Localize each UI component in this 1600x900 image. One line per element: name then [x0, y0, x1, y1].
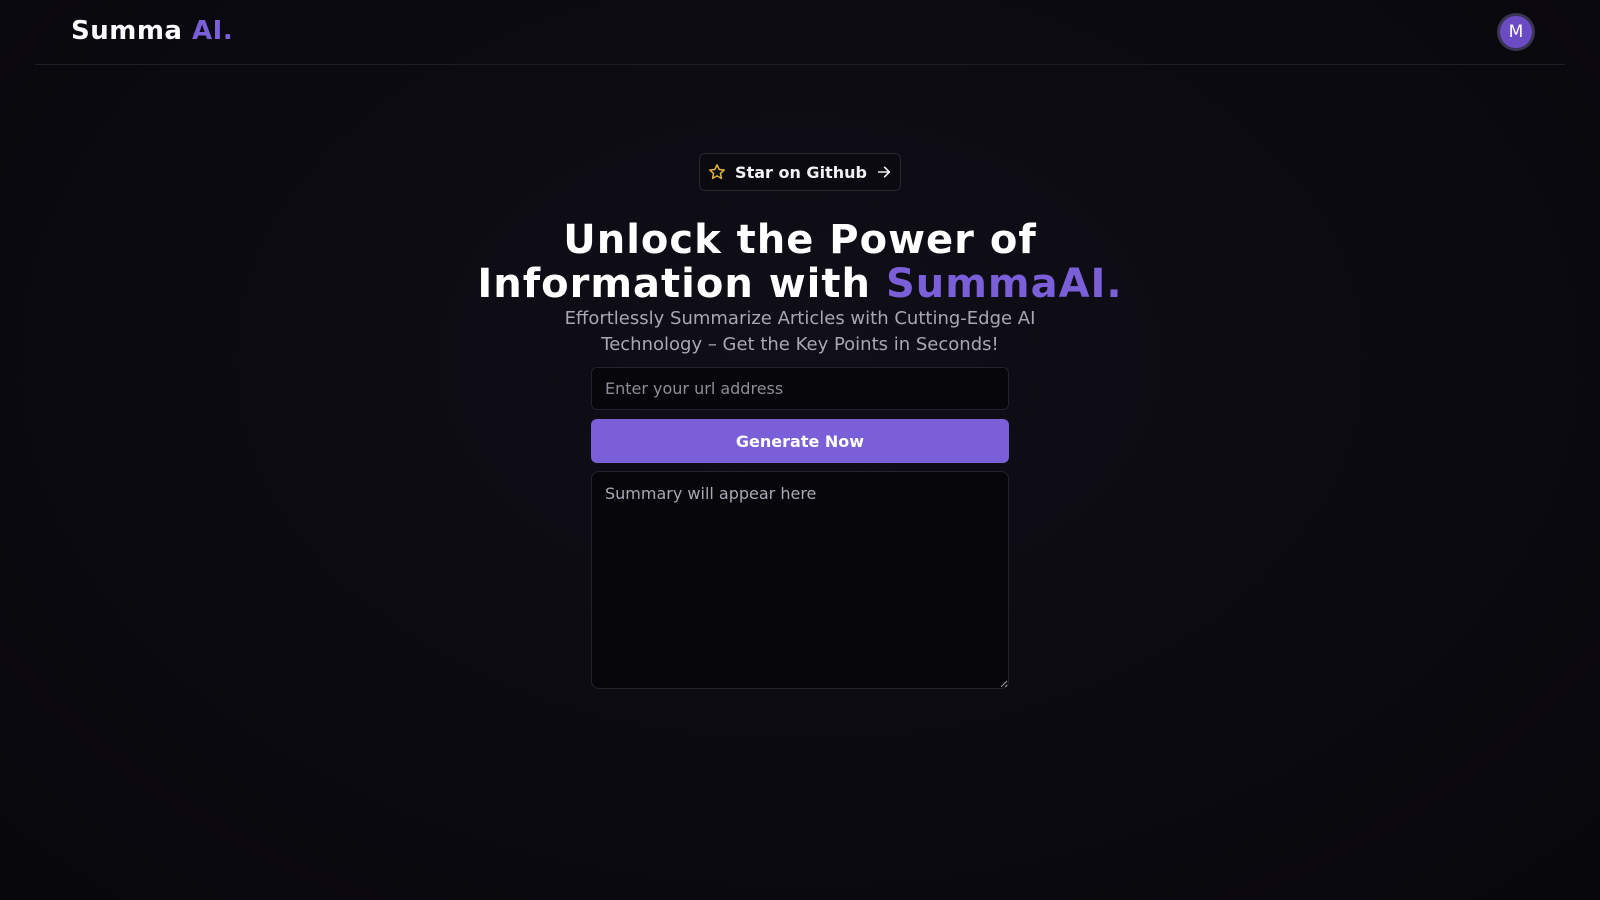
hero-title-line1: Unlock the Power of — [563, 217, 1037, 263]
avatar[interactable]: M — [1497, 13, 1535, 51]
avatar-initial: M — [1508, 22, 1524, 42]
hero-title: Unlock the Power of Information with Sum… — [400, 218, 1200, 306]
logo[interactable]: Summa AI. — [71, 16, 233, 46]
hero-subtitle: Effortlessly Summarize Articles with Cut… — [564, 308, 1036, 355]
star-on-github-button[interactable]: Star on Github — [699, 153, 901, 191]
hero-title-line2: Information with — [477, 261, 871, 307]
logo-accent: AI. — [192, 16, 234, 46]
arrow-right-icon — [876, 164, 892, 180]
hero-title-accent: SummaAI. — [885, 261, 1123, 307]
navbar: Summa AI. M — [35, 0, 1565, 65]
star-icon — [708, 163, 726, 181]
url-input[interactable] — [591, 367, 1009, 410]
logo-text: Summa — [71, 16, 183, 46]
star-on-github-label: Star on Github — [735, 162, 867, 182]
generate-now-button[interactable]: Generate Now — [591, 419, 1009, 463]
summary-output[interactable] — [591, 471, 1009, 689]
